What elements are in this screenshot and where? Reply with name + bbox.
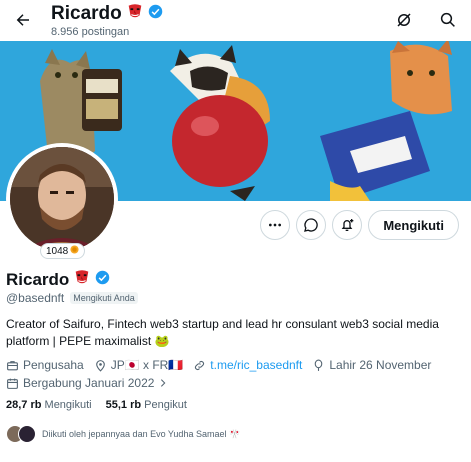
briefcase-icon <box>7 360 18 370</box>
mutual-avatar <box>18 425 36 443</box>
verified-badge-icon[interactable] <box>95 270 110 290</box>
occupation-item: Pengusaha <box>6 356 84 374</box>
followed-by-text: Diikuti oleh jepannyaa dan Evo Yudha Sam… <box>42 428 241 439</box>
followers-count: 55,1 rb <box>105 399 142 411</box>
coin-icon <box>70 245 79 257</box>
birthday-item: Lahir 26 November <box>312 356 431 374</box>
grok-icon[interactable] <box>391 7 417 33</box>
profile-name: Ricardo <box>6 269 70 289</box>
avatar-badge: 1048 <box>40 243 86 259</box>
following-label: Mengikuti <box>44 399 92 411</box>
chevron-right-icon <box>161 379 166 387</box>
avatar[interactable] <box>10 147 114 251</box>
followers-stat[interactable]: 55,1 rb Pengikut <box>106 399 187 411</box>
following-button[interactable]: Mengikuti <box>368 210 459 240</box>
followed-by-row[interactable]: Diikuti oleh jepannyaa dan Evo Yudha Sam… <box>6 425 240 443</box>
followers-label: Pengikut <box>144 399 187 411</box>
profile-meta: Pengusaha JP🇯🇵 x FR🇫🇷 t.me/ric_basednft … <box>6 356 466 392</box>
message-icon <box>304 218 319 232</box>
birthday-text: Lahir 26 November <box>329 358 432 372</box>
website-link[interactable]: t.me/ric_basednft <box>210 356 302 374</box>
more-options-button[interactable] <box>260 210 291 240</box>
verified-badge-icon <box>148 3 163 25</box>
joined-item[interactable]: Bergabung Januari 2022 <box>6 374 168 392</box>
link-icon <box>195 360 205 370</box>
location-pin-icon <box>95 359 105 372</box>
back-arrow-icon[interactable] <box>8 6 38 34</box>
balloon-icon <box>315 359 323 371</box>
joined-text: Bergabung Januari 2022 <box>23 376 155 390</box>
follow-stats: 28,7 rb Mengikuti 55,1 rb Pengikut <box>6 399 187 411</box>
following-count: 28,7 rb <box>6 399 42 411</box>
header-title: Ricardo <box>51 2 163 26</box>
tengu-mask-icon <box>126 2 144 26</box>
header-name: Ricardo <box>51 3 122 24</box>
profile-name-row: Ricardo <box>6 268 110 291</box>
location-text: JP🇯🇵 x FR🇫🇷 <box>110 358 184 372</box>
message-button[interactable] <box>296 210 327 240</box>
more-icon <box>269 223 282 227</box>
top-bar: Ricardo 8.956 postingan <box>0 0 471 41</box>
calendar-icon <box>7 378 18 389</box>
website-item[interactable]: t.me/ric_basednft <box>193 356 302 374</box>
following-stat[interactable]: 28,7 rb Mengikuti <box>6 399 92 411</box>
profile-bio: Creator of Saifuro, Fintech web3 startup… <box>6 317 439 348</box>
header-post-count: 8.956 postingan <box>51 26 130 38</box>
mutual-avatars <box>6 425 36 443</box>
bell-plus-icon <box>341 219 354 231</box>
follows-you-badge: Mengikuti Anda <box>70 292 138 304</box>
search-icon[interactable] <box>435 7 461 33</box>
notification-subscribe-button[interactable] <box>332 210 363 240</box>
tengu-mask-icon <box>73 268 91 291</box>
occupation-text: Pengusaha <box>23 358 84 372</box>
profile-handle: @basednft <box>6 291 65 305</box>
location-item: JP🇯🇵 x FR🇫🇷 <box>94 356 184 374</box>
avatar-badge-count: 1048 <box>46 245 69 257</box>
